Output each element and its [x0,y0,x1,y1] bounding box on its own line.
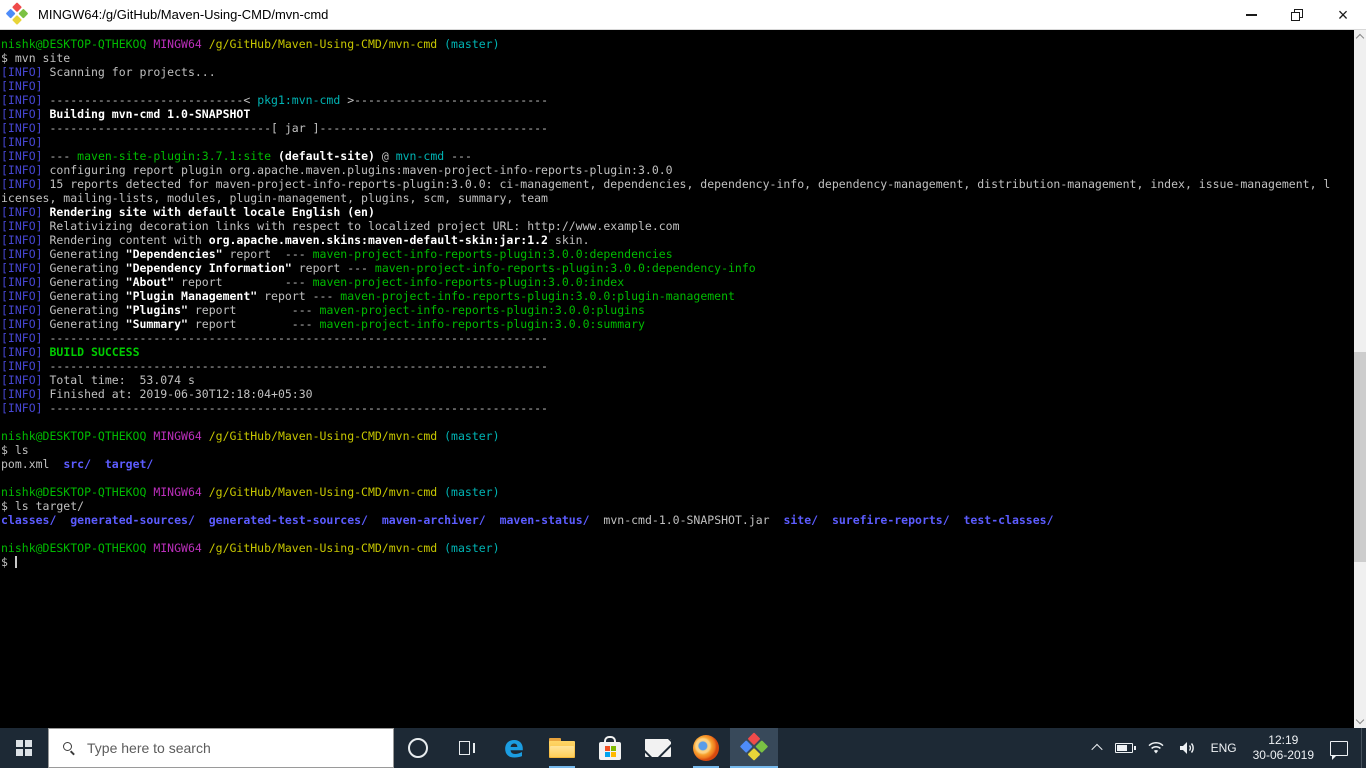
clock-button[interactable]: 12:19 30-06-2019 [1244,728,1323,768]
action-center-icon [1330,740,1348,760]
store-icon [599,736,621,760]
terminal-line: [INFO] BUILD SUCCESS [1,345,140,359]
edge-button[interactable]: e [490,728,538,768]
terminal-line: $ [1,555,17,569]
terminal-line: pom.xml src/ target/ [1,457,154,471]
terminal-line: $ mvn site [1,51,71,65]
store-button[interactable] [586,728,634,768]
terminal-line: [INFO] Finished at: 2019-06-30T12:18:04+… [1,387,313,401]
terminal-line: [INFO] 15 reports detected for maven-pro… [1,177,1331,191]
volume-button[interactable] [1172,728,1204,768]
terminal-line: nishk@DESKTOP-QTHEKOQ MINGW64 /g/GitHub/… [1,541,500,555]
cortana-button[interactable] [394,728,442,768]
language-label: ENG [1210,741,1237,755]
edge-icon: e [503,730,525,765]
wifi-icon [1148,741,1164,754]
terminal-line: icenses, mailing-lists, modules, plugin-… [1,191,548,205]
search-placeholder: Type here to search [87,740,211,756]
terminal-line: [INFO] Scanning for projects... [1,65,216,79]
start-icon [16,740,32,756]
terminal-line: [INFO] ----------------------------< pkg… [1,93,548,107]
search-box[interactable]: Type here to search [48,728,394,768]
terminal-line: [INFO] Building mvn-cmd 1.0-SNAPSHOT [1,107,251,121]
terminal-line: $ ls [1,443,29,457]
terminal-line: [INFO] --- maven-site-plugin:3.7.1:site … [1,149,472,163]
volume-icon [1179,742,1194,754]
close-icon: × [1337,4,1349,25]
terminal-line: [INFO] configuring report plugin org.apa… [1,163,673,177]
mail-button[interactable] [634,728,682,768]
scrollbar-thumb[interactable] [1354,352,1366,562]
scroll-up-icon[interactable] [1355,33,1365,43]
task-view-icon [457,741,475,755]
restore-icon [1291,8,1303,21]
window-titlebar: MINGW64:/g/GitHub/Maven-Using-CMD/mvn-cm… [0,0,1366,30]
terminal-line: [INFO] Relativizing decoration links wit… [1,219,680,233]
action-center-button[interactable] [1323,728,1355,768]
task-view-button[interactable] [442,728,490,768]
git-window-icon [4,1,29,27]
terminal-line: classes/ generated-sources/ generated-te… [1,513,1054,527]
terminal-line: nishk@DESKTOP-QTHEKOQ MINGW64 /g/GitHub/… [1,485,500,499]
firefox-icon [693,735,719,761]
tray-chevron-icon [1090,743,1103,756]
file-explorer-icon [549,738,575,758]
language-button[interactable]: ENG [1204,728,1244,768]
terminal-cursor [14,556,17,568]
clock-time: 12:19 [1268,733,1299,747]
terminal-line: $ ls target/ [1,499,85,513]
taskbar: Type here to search e ENG 12:19 30-06-20… [0,728,1366,768]
clock-date: 30-06-2019 [1252,748,1314,762]
scroll-down-icon[interactable] [1355,715,1365,725]
tray-expand-button[interactable] [1086,728,1108,768]
window-title: MINGW64:/g/GitHub/Maven-Using-CMD/mvn-cm… [38,7,329,22]
terminal-line: [INFO] Generating "Dependencies" report … [1,247,673,261]
terminal-line: [INFO] ---------------------------------… [1,359,548,373]
terminal-line: nishk@DESKTOP-QTHEKOQ MINGW64 /g/GitHub/… [1,37,500,51]
terminal-line: [INFO] Rendering site with default local… [1,205,375,219]
firefox-button[interactable] [682,728,730,768]
terminal-window[interactable]: nishk@DESKTOP-QTHEKOQ MINGW64 /g/GitHub/… [0,30,1366,728]
restore-button[interactable] [1274,0,1320,29]
terminal-line: [INFO] ---------------------------------… [1,331,548,345]
start-button[interactable] [0,728,48,768]
terminal-scrollbar[interactable] [1354,30,1366,728]
terminal-output: nishk@DESKTOP-QTHEKOQ MINGW64 /g/GitHub/… [1,37,1354,569]
terminal-line: [INFO] [1,79,43,93]
terminal-line: [INFO] Generating "Dependency Informatio… [1,261,756,275]
search-icon [63,742,75,756]
battery-icon [1114,743,1136,753]
mail-icon [645,739,671,757]
close-button[interactable]: × [1320,0,1366,29]
minimize-button[interactable] [1228,0,1274,29]
wifi-button[interactable] [1140,728,1172,768]
git-bash-icon [738,732,769,763]
battery-button[interactable] [1108,728,1140,768]
git-bash-button[interactable] [730,728,778,768]
terminal-line: [INFO] ---------------------------------… [1,401,548,415]
terminal-line: [INFO] Generating "Summary" report --- m… [1,317,645,331]
terminal-line: [INFO] --------------------------------[… [1,121,548,135]
cortana-icon [408,738,428,758]
terminal-line: [INFO] Generating "About" report --- mav… [1,275,625,289]
terminal-line: nishk@DESKTOP-QTHEKOQ MINGW64 /g/GitHub/… [1,429,500,443]
terminal-line: [INFO] Total time: 53.074 s [1,373,195,387]
terminal-line: [INFO] [1,135,43,149]
terminal-line: [INFO] Rendering content with org.apache… [1,233,590,247]
minimize-icon [1245,13,1257,16]
file-explorer-button[interactable] [538,728,586,768]
show-desktop-button[interactable] [1361,728,1366,768]
terminal-line: [INFO] Generating "Plugin Management" re… [1,289,735,303]
terminal-line: [INFO] Generating "Plugins" report --- m… [1,303,645,317]
